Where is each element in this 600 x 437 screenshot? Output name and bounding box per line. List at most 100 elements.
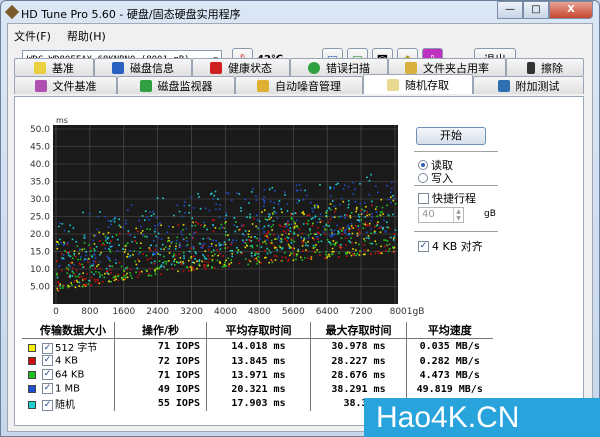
avg-cell: 13.845 ms (206, 354, 311, 368)
scatter-point (330, 253, 333, 256)
scatter-point (322, 225, 325, 228)
scatter-point (139, 247, 142, 249)
scatter-point (262, 198, 265, 201)
spinner-arrows[interactable]: ▲ ▼ (453, 208, 463, 222)
scatter-point (325, 224, 328, 226)
scatter-point (288, 245, 291, 248)
scatter-point (163, 255, 165, 258)
scatter-point (355, 210, 357, 213)
scatter-point (199, 242, 201, 245)
scatter-point (331, 251, 334, 253)
scatter-point (257, 226, 259, 229)
scatter-point (150, 261, 153, 264)
scatter-point (101, 280, 104, 283)
short-stroke-spinner[interactable]: 40 ▲ ▼ (418, 207, 464, 223)
scatter-point (293, 232, 296, 235)
scatter-point (356, 219, 359, 221)
series-color-swatch (28, 344, 36, 352)
scatter-point (346, 226, 349, 228)
scatter-point (359, 231, 361, 234)
scatter-point (155, 216, 158, 219)
scatter-point (269, 200, 272, 203)
start-button[interactable]: 开始 (416, 127, 486, 145)
scatter-point (289, 254, 291, 257)
col-avg: 平均存取时间 (206, 322, 311, 339)
scatter-point (231, 255, 234, 258)
scatter-point (392, 194, 394, 197)
scatter-point (166, 268, 169, 271)
size-cell: ✓ 1 MB (22, 382, 115, 396)
scatter-point (167, 248, 170, 250)
scatter-point (126, 266, 129, 269)
scatter-point (154, 253, 157, 255)
scatter-point (260, 246, 263, 248)
scatter-point (206, 265, 209, 267)
checkbox[interactable] (418, 192, 429, 204)
col-speed: 平均速度 (406, 322, 493, 339)
spinner-value: 40 (422, 209, 435, 220)
scatter-point (276, 249, 278, 251)
scatter-point (172, 255, 174, 258)
short-stroke-checkbox[interactable]: 快捷行程 (418, 190, 476, 206)
scatter-point (242, 241, 245, 244)
series-checkbox[interactable]: ✓ (42, 355, 53, 367)
scatter-point (366, 176, 368, 179)
scatter-point (75, 269, 78, 272)
scatter-point (319, 184, 321, 186)
scatter-point (240, 210, 242, 212)
scatter-point (190, 196, 193, 199)
scatter-point (390, 201, 392, 204)
scatter-point (263, 205, 265, 208)
write-radio[interactable]: 写入 (418, 170, 453, 186)
scatter-point (338, 256, 340, 258)
scatter-point (88, 244, 90, 246)
scatter-point (220, 243, 222, 246)
speed-cell: 0.035 MB/s (419, 341, 480, 352)
scatter-point (141, 215, 144, 217)
x-tick-label: 800 (81, 307, 98, 317)
scatter-point (354, 188, 356, 190)
scatter-point (157, 224, 159, 226)
scatter-point (302, 198, 305, 201)
scatter-point (114, 259, 117, 261)
radio-write[interactable] (418, 173, 428, 183)
scatter-point (134, 260, 137, 263)
scatter-point (238, 262, 241, 265)
series-checkbox[interactable]: ✓ (42, 369, 53, 381)
scatter-point (81, 263, 84, 266)
scatter-point (274, 238, 276, 240)
x-tick-label: 2400 (146, 307, 169, 317)
scatter-point (172, 214, 175, 217)
iops-cell: 71 IOPS (114, 368, 207, 382)
scatter-point (215, 208, 217, 211)
scatter-point (95, 245, 98, 248)
scatter-point (281, 256, 284, 259)
scatter-point (130, 204, 133, 206)
scatter-point (296, 202, 299, 204)
scatter-point (224, 261, 226, 264)
scatter-point (271, 261, 274, 264)
scatter-point (109, 268, 112, 271)
scatter-point (126, 242, 129, 244)
scatter-point (178, 241, 181, 244)
align-4kb-checkbox[interactable]: ✓ 4 KB 对齐 (418, 238, 483, 254)
scatter-point (312, 222, 314, 225)
tab-random-access[interactable]: 随机存取 (363, 74, 473, 94)
checkbox[interactable]: ✓ (418, 240, 429, 252)
scatter-point (324, 257, 326, 259)
scatter-point (109, 249, 112, 251)
radio-read[interactable] (418, 160, 428, 170)
series-checkbox[interactable]: ✓ (42, 383, 53, 395)
scatter-point (90, 284, 92, 286)
scatter-point (212, 230, 215, 233)
scatter-point (198, 263, 200, 266)
scatter-point (320, 240, 323, 243)
scatter-point (277, 235, 280, 238)
scatter-point (350, 254, 353, 257)
scatter-point (189, 233, 191, 236)
scatter-point (264, 218, 267, 221)
scatter-point (57, 241, 59, 244)
scatter-point (309, 232, 312, 235)
series-checkbox[interactable]: ✓ (42, 399, 53, 411)
series-checkbox[interactable]: ✓ (42, 342, 53, 354)
